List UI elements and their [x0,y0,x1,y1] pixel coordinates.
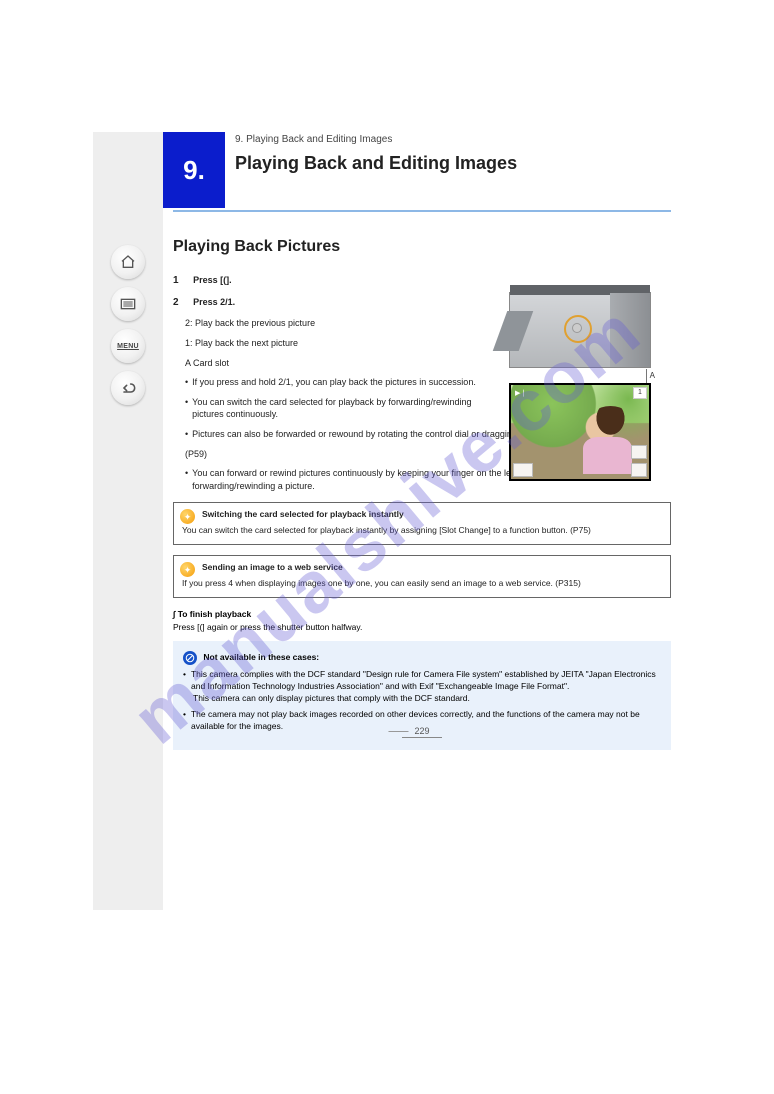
page-number-underline [402,737,442,738]
tip-box-web-service: ✦ Sending an image to a web service If y… [173,555,671,598]
page-content: 9. 9. Playing Back and Editing Images Pl… [163,132,681,750]
chapter-title: Playing Back and Editing Images [235,153,517,174]
playback-indicator-icon: ▶❘ [515,389,526,397]
sidebar-icon-stack: MENU [110,245,146,405]
not-available-title: Not available in these cases: [203,652,319,662]
menu-icon[interactable]: MENU [111,329,145,363]
grid-icon [631,445,647,459]
tip1-title: Switching the card selected for playback… [202,509,404,520]
tip2-title: Sending an image to a web service [202,562,343,573]
photo-counter-badge: 1 [633,387,647,399]
callout-a-marker: A [650,371,655,380]
step-2-left: 2: Play back the previous picture [185,317,498,330]
page-number: 229 [414,726,429,736]
step-2-right: 1: Play back the next picture [185,337,498,350]
home-icon[interactable] [111,245,145,279]
chapter-kicker: 9. Playing Back and Editing Images [235,134,517,145]
tip-box-slot-change: ✦ Switching the card selected for playba… [173,502,671,545]
step-2: 2 Press 2/1. [173,296,498,310]
finish-playback: ∫ To finish playback Press [(] again or … [173,608,671,633]
callout-a-label: A Card slot [185,357,498,370]
chapter-header: 9. 9. Playing Back and Editing Images Pl… [163,132,681,208]
step-1: 1 Press [(]. [173,274,498,288]
finish-body: Press [(] again or press the shutter but… [173,621,671,633]
disabled-icon [183,651,197,665]
tip1-body: You can switch the card selected for pla… [182,525,662,536]
bullet-1: •You can switch the card selected for pl… [185,396,498,421]
back-icon[interactable] [111,371,145,405]
lightbulb-icon: ✦ [180,509,195,524]
na-item-0: This camera complies with the DCF standa… [183,668,661,693]
playback-screen-figure: ▶❘ 1 [509,383,651,481]
list-icon[interactable] [111,287,145,321]
slot-icon [513,463,533,477]
chapter-number-badge: 9. [163,132,225,208]
camera-back-figure [509,292,651,368]
finish-title: ∫ To finish playback [173,608,671,620]
section-heading: Playing Back Pictures [173,236,671,258]
callout-leader [646,369,647,383]
delete-icon [631,463,647,477]
bullet-0: •If you press and hold 2/1, you can play… [185,376,498,389]
na-item-1: This camera can only display pictures th… [193,692,661,704]
tip2-body: If you press 4 when displaying images on… [182,578,662,589]
lightbulb-icon: ✦ [180,562,195,577]
